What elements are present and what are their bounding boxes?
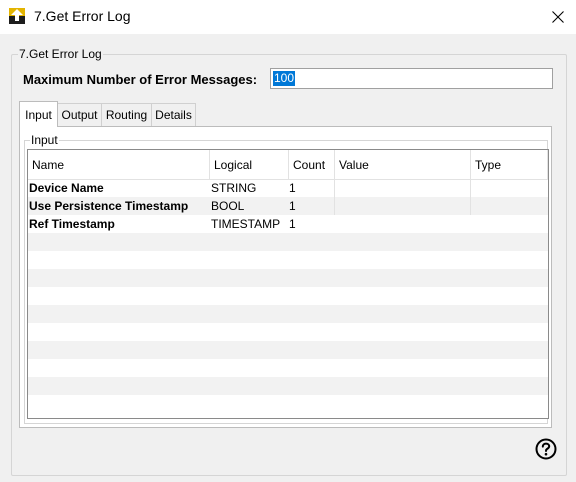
- cell-type: [472, 179, 548, 197]
- max-messages-label: Maximum Number of Error Messages:: [23, 72, 258, 87]
- empty-row: [28, 395, 548, 413]
- empty-row: [28, 305, 548, 323]
- cell-value[interactable]: [336, 197, 471, 215]
- column-divider: [334, 179, 335, 215]
- cell-value[interactable]: [336, 215, 471, 233]
- table-row[interactable]: Ref Timestamp TIMESTAMP 1: [28, 215, 548, 233]
- window-title: 7.Get Error Log: [34, 8, 131, 24]
- column-header-type[interactable]: Type: [471, 150, 548, 179]
- tab-details[interactable]: Details: [151, 103, 196, 126]
- max-messages-input[interactable]: 100: [270, 68, 553, 89]
- cell-name: Device Name: [29, 181, 104, 195]
- empty-row: [28, 323, 548, 341]
- group-legend: 7.Get Error Log: [18, 47, 103, 61]
- empty-row: [28, 341, 548, 359]
- cell-name: Ref Timestamp: [29, 217, 115, 231]
- empty-row: [28, 233, 548, 251]
- column-header-logical[interactable]: Logical: [210, 150, 289, 179]
- table-header: Name Logical Count Value Type: [28, 150, 548, 180]
- empty-row: [28, 359, 548, 377]
- column-divider: [470, 179, 471, 215]
- cell-type: [472, 197, 548, 215]
- cell-count: 1: [289, 181, 296, 195]
- cell-name: Use Persistence Timestamp: [29, 199, 189, 213]
- empty-row: [28, 251, 548, 269]
- tab-routing[interactable]: Routing: [101, 103, 152, 126]
- input-table[interactable]: Name Logical Count Value Type Device Nam…: [27, 149, 549, 419]
- help-icon: [535, 438, 557, 460]
- cell-logical: STRING: [211, 181, 257, 195]
- cell-logical: BOOL: [211, 199, 245, 213]
- empty-row: [28, 287, 548, 305]
- app-icon: [9, 8, 25, 24]
- max-messages-value: 100: [273, 71, 296, 86]
- title-bar: 7.Get Error Log: [0, 0, 576, 34]
- cell-type: [472, 215, 548, 233]
- tab-input[interactable]: Input: [19, 101, 58, 127]
- tab-output[interactable]: Output: [57, 103, 102, 126]
- close-icon: [552, 11, 564, 23]
- column-header-name[interactable]: Name: [28, 150, 210, 179]
- input-group-legend: Input: [30, 133, 59, 147]
- cell-value[interactable]: [336, 179, 471, 197]
- cell-logical: TIMESTAMP: [211, 217, 281, 231]
- cell-count: 1: [289, 217, 296, 231]
- empty-row: [28, 377, 548, 395]
- column-header-count[interactable]: Count: [289, 150, 335, 179]
- empty-row: [28, 269, 548, 287]
- cell-count: 1: [289, 199, 296, 213]
- help-button[interactable]: [535, 438, 557, 460]
- close-button[interactable]: [540, 0, 576, 34]
- column-header-value[interactable]: Value: [335, 150, 471, 179]
